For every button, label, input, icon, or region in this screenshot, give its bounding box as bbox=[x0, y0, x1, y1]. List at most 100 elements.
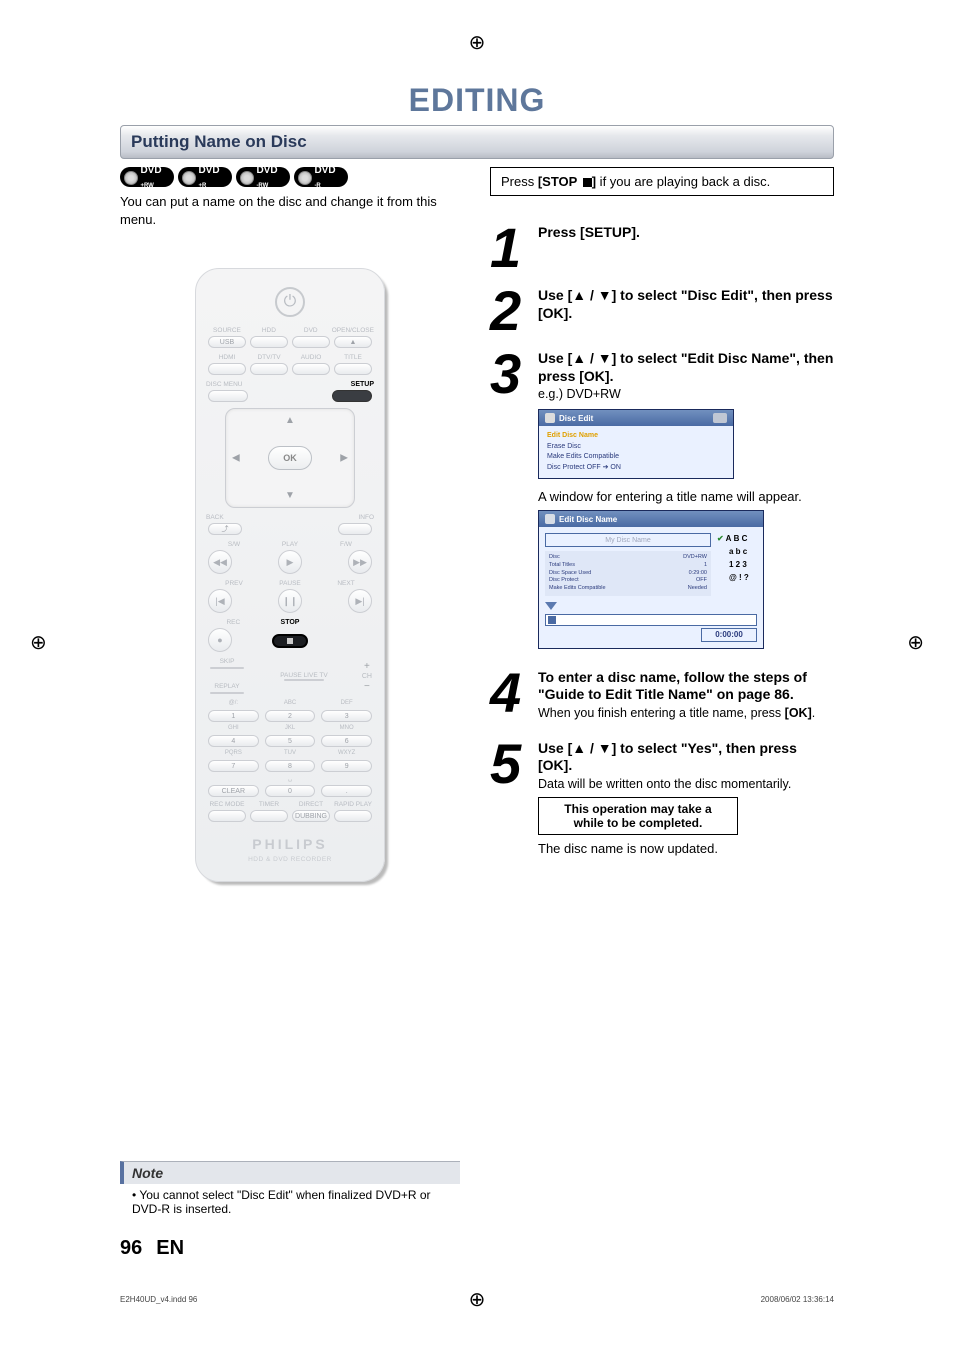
remote-label: HDD bbox=[248, 327, 290, 334]
badge-dvd-plus-r: DVD+R bbox=[178, 167, 232, 187]
num-label: DEF bbox=[321, 700, 372, 707]
sub-brand-text: HDD & DVD RECORDER bbox=[206, 856, 374, 863]
num-label: TUV bbox=[265, 750, 316, 757]
ffwd-button: ▶▶ bbox=[348, 550, 372, 574]
dvd-format-badges: DVD+RW DVD+R DVD-RW DVD-R bbox=[120, 167, 460, 187]
pause-live-tv-button bbox=[284, 679, 324, 681]
menu-item: Edit Disc Name bbox=[547, 431, 725, 442]
remote-label bbox=[319, 619, 374, 626]
num-5-button: 5 bbox=[265, 735, 316, 747]
num-label: JKL bbox=[265, 725, 316, 732]
time-display: 0:00:00 bbox=[701, 628, 757, 642]
remote-label: TIMER bbox=[248, 801, 290, 808]
menu-item: Make Edits Compatible bbox=[547, 452, 725, 463]
text: if you are playing back a disc. bbox=[596, 174, 770, 189]
warning-box: This operation may take a while to be co… bbox=[538, 797, 738, 835]
triangle-down-icon bbox=[545, 602, 557, 610]
page: ⊕ ⊕ ⊕ ⊕ EDITING Putting Name on Disc DVD… bbox=[70, 60, 884, 1280]
replay-button bbox=[210, 692, 244, 694]
remote-label: S/W bbox=[206, 541, 262, 548]
badge-dvd-plus-rw: DVD+RW bbox=[120, 167, 174, 187]
setup-label: SETUP bbox=[290, 381, 374, 388]
screen-title: Disc Edit bbox=[559, 414, 593, 423]
disc-edit-screen: Disc Edit Edit Disc Name Erase Disc Make… bbox=[538, 409, 734, 479]
remote-label: SOURCE bbox=[206, 327, 248, 334]
cursor-icon bbox=[548, 616, 556, 624]
screen-header: Disc Edit bbox=[539, 410, 733, 426]
dtv-tv-button bbox=[250, 363, 288, 375]
open-close-button: ▲ bbox=[334, 336, 372, 348]
text-bold: [STOP ] bbox=[538, 174, 596, 189]
step-final-text: The disc name is now updated. bbox=[538, 841, 834, 856]
num-label: ABC bbox=[265, 700, 316, 707]
direct-dubbing-button: DUBBING bbox=[292, 810, 330, 822]
step-3: 3 Use [▲ / ▼] to select "Edit Disc Name"… bbox=[490, 350, 834, 648]
num-3-button: 3 bbox=[321, 710, 372, 722]
step-1: 1 Press [SETUP]. bbox=[490, 224, 834, 267]
note-box: Note • You cannot select "Disc Edit" whe… bbox=[120, 1161, 460, 1220]
step-number: 1 bbox=[490, 228, 534, 267]
arrow-left-icon: ◀ bbox=[232, 453, 240, 464]
page-number: 96EN bbox=[120, 1237, 184, 1260]
audio-button bbox=[292, 363, 330, 375]
check-icon: ✔ bbox=[717, 534, 724, 543]
step-number: 2 bbox=[490, 291, 534, 330]
step-aftertext: A window for entering a title name will … bbox=[538, 489, 834, 504]
stop-icon bbox=[287, 638, 293, 644]
arrow-right-icon: ▶ bbox=[340, 453, 348, 464]
rewind-button: ◀◀ bbox=[208, 550, 232, 574]
num-6-button: 6 bbox=[321, 735, 372, 747]
num-7-button: 7 bbox=[208, 760, 259, 772]
next-button: ▶| bbox=[348, 589, 372, 613]
rec-button: ● bbox=[208, 628, 232, 652]
page-title: EDITING bbox=[120, 82, 834, 119]
power-icon bbox=[275, 287, 305, 317]
arrow-down-icon: ▼ bbox=[285, 490, 295, 501]
remote-label: REC bbox=[206, 619, 261, 626]
disc-menu-button bbox=[208, 390, 248, 402]
crop-mark-icon: ⊕ bbox=[469, 30, 486, 55]
remote-label: NEXT bbox=[318, 580, 374, 587]
menu-item: Disc Protect OFF ➔ ON bbox=[547, 463, 725, 474]
timer-button bbox=[250, 810, 288, 822]
remote-label: HDMI bbox=[206, 354, 248, 361]
remote-label: PAUSE LIVE TV bbox=[280, 672, 327, 679]
ok-button: OK bbox=[268, 446, 312, 470]
ch-label: CH bbox=[362, 673, 372, 680]
remote-label: DVD bbox=[290, 327, 332, 334]
rec-mode-button bbox=[208, 810, 246, 822]
step-title: Use [▲ / ▼] to select "Edit Disc Name", … bbox=[538, 350, 834, 385]
disc-stats: DiscDVD+RW Total Titles1 Disc Space Used… bbox=[545, 551, 711, 595]
back-button: ⤴ bbox=[208, 523, 242, 535]
remote-label: REPLAY bbox=[214, 683, 239, 690]
step-subtext: When you finish entering a title name, p… bbox=[538, 706, 834, 720]
skip-button bbox=[210, 667, 244, 669]
screen-header: Edit Disc Name bbox=[539, 511, 763, 527]
dot-button: . bbox=[321, 785, 372, 797]
character-set: ✔ A B C a b c 1 2 3 @ ! ? bbox=[717, 533, 757, 595]
step-4: 4 To enter a disc name, follow the steps… bbox=[490, 669, 834, 720]
remote-label: DISC MENU bbox=[206, 381, 290, 388]
num-label: @/: bbox=[208, 700, 259, 707]
stop-label: STOP bbox=[263, 619, 318, 626]
stop-instruction-box: Press [STOP ] if you are playing back a … bbox=[490, 167, 834, 196]
remote-label: DIRECT bbox=[290, 801, 332, 808]
step-number: 3 bbox=[490, 354, 534, 393]
step-title: Press [SETUP]. bbox=[538, 224, 834, 242]
number-pad: @/: ABC DEF 1 2 3 GHI JKL MNO 4 5 6 PQRS… bbox=[208, 700, 372, 797]
step-title: To enter a disc name, follow the steps o… bbox=[538, 669, 834, 704]
text: Press bbox=[501, 174, 538, 189]
remote-label: INFO bbox=[290, 514, 374, 521]
dpad: ▲ ▼ ◀ ▶ OK bbox=[225, 408, 355, 508]
setup-button bbox=[332, 390, 372, 402]
crop-mark-icon: ⊕ bbox=[907, 630, 924, 655]
left-column: DVD+RW DVD+R DVD-RW DVD-R You can put a … bbox=[120, 167, 460, 882]
arrow-up-icon: ▲ bbox=[285, 415, 295, 426]
step-subtext: Data will be written onto the disc momen… bbox=[538, 777, 834, 791]
num-label: ␣ bbox=[265, 775, 316, 782]
two-column-layout: DVD+RW DVD+R DVD-RW DVD-R You can put a … bbox=[120, 167, 834, 882]
step-number: 4 bbox=[490, 673, 534, 712]
badge-dvd-minus-r: DVD-R bbox=[294, 167, 348, 187]
clear-button: CLEAR bbox=[208, 785, 259, 797]
num-label: GHI bbox=[208, 725, 259, 732]
